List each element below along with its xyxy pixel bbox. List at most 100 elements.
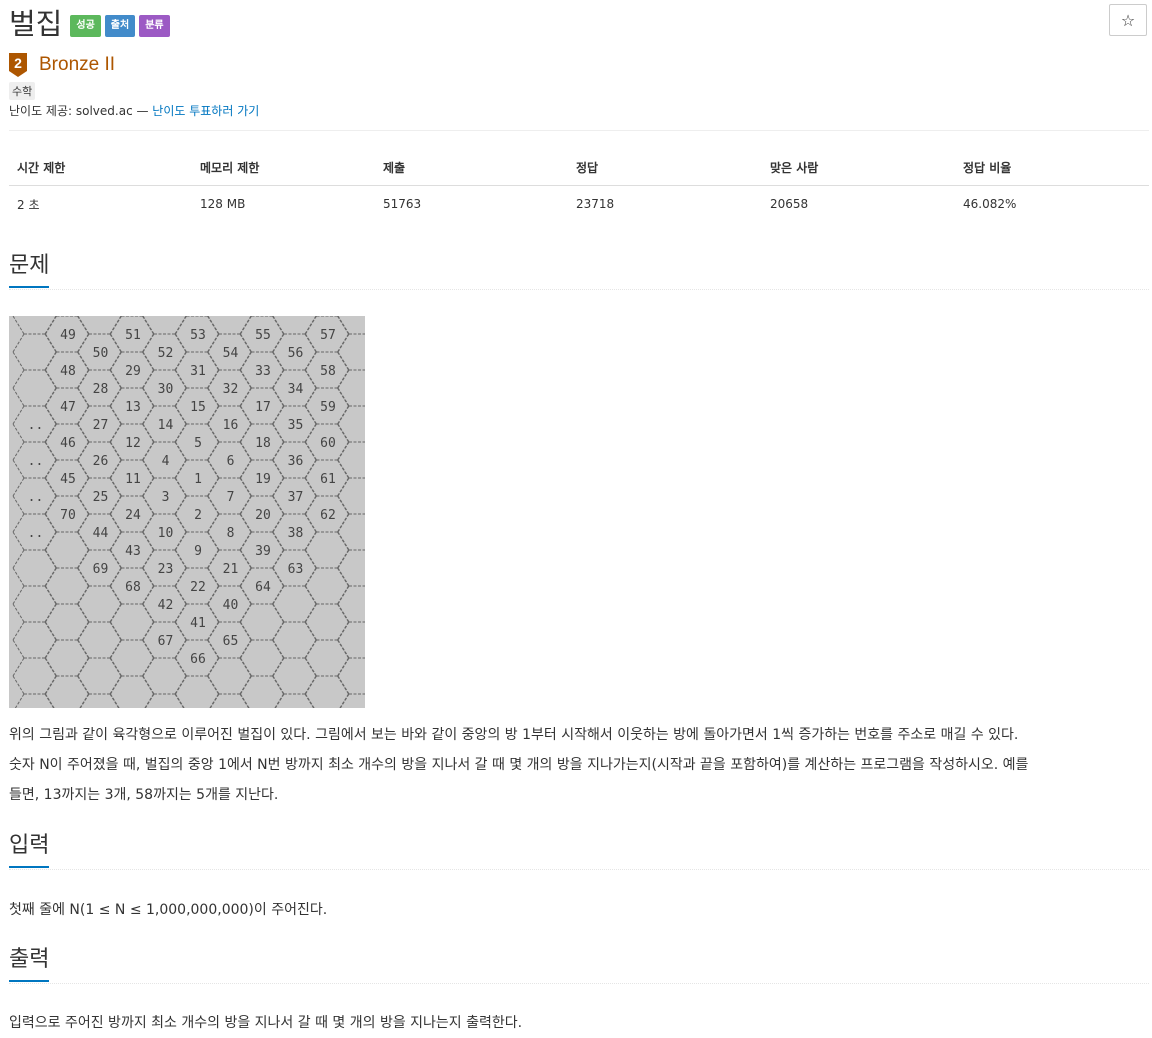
stats-header-row: 시간 제한 메모리 제한 제출 정답 맞은 사람 정답 비율 <box>9 150 1149 186</box>
honeycomb-cell-label: 45 <box>60 472 76 487</box>
honeycomb-cell-label: 17 <box>255 400 271 415</box>
honeycomb-cell-label: 68 <box>125 580 141 595</box>
honeycomb-cell-label: 29 <box>125 364 141 379</box>
honeycomb-cell-label: 51 <box>125 328 141 343</box>
input-description: 첫째 줄에 N(1 ≤ N ≤ 1,000,000,000)이 주어진다. <box>9 902 328 918</box>
honeycomb-cell-label: 30 <box>158 382 174 397</box>
honeycomb-cell-label: 1 <box>194 472 202 487</box>
badge-group: 성공 출처 분류 <box>70 15 170 37</box>
honeycomb-cell-label: 35 <box>288 418 304 433</box>
honeycomb-cell-label: 58 <box>320 364 336 379</box>
badge-category[interactable]: 분류 <box>139 15 170 37</box>
vote-link[interactable]: 난이도 투표하러 가기 <box>152 104 259 118</box>
honeycomb-cell-label: 2 <box>194 508 202 523</box>
problem-description: 위의 그림과 같이 육각형으로 이루어진 벌집이 있다. 그림에서 보는 바와 … <box>9 720 1149 810</box>
honeycomb-cell-label: 20 <box>255 508 271 523</box>
output-title: 출력 <box>9 946 50 982</box>
honeycomb-cell-label: 3 <box>162 490 170 505</box>
header-submissions: 제출 <box>375 150 568 186</box>
honeycomb-cell-label: 59 <box>320 400 336 415</box>
honeycomb-cell-label: 63 <box>288 562 304 577</box>
honeycomb-cell-label: 38 <box>288 526 304 541</box>
honeycomb-cell-label: 10 <box>158 526 174 541</box>
input-heading-rule <box>9 869 1149 870</box>
honeycomb-cell-label: 12 <box>125 436 141 451</box>
honeycomb-cell-label: .. <box>28 490 44 505</box>
honeycomb-cell-label: 52 <box>158 346 174 361</box>
honeycomb-cell-label: 28 <box>93 382 109 397</box>
badge-success[interactable]: 성공 <box>70 15 101 37</box>
input-title: 입력 <box>9 832 50 868</box>
honeycomb-cell-label: 47 <box>60 400 76 415</box>
honeycomb-cell-label: 11 <box>125 472 141 487</box>
problem-heading: 문제 <box>9 252 1149 290</box>
honeycomb-figure: ........ 49 48 47 46 45 70 50 28 27 26 25 44 69 51 29 13… <box>9 297 382 785</box>
header-time-limit: 시간 제한 <box>9 150 192 186</box>
honeycomb-cell-label: .. <box>28 418 44 433</box>
problem-line-1: 위의 그림과 같이 육각형으로 이루어진 벌집이 있다. 그림에서 보는 바와 … <box>9 727 1019 743</box>
tier-row: 2 Bronze II <box>9 52 115 78</box>
honeycomb-cell-label: 55 <box>255 328 271 343</box>
honeycomb-cell-label: 48 <box>60 364 76 379</box>
honeycomb-cell-label: 70 <box>60 508 76 523</box>
output-description: 입력으로 주어진 방까지 최소 개수의 방을 지나서 갈 때 몇 개의 방을 지… <box>9 1015 523 1031</box>
header-solvers: 맞은 사람 <box>762 150 955 186</box>
honeycomb-cell-label: 23 <box>158 562 174 577</box>
header-correct: 정답 <box>568 150 762 186</box>
honeycomb-cell-label: 46 <box>60 436 76 451</box>
honeycomb-cell-label: 31 <box>190 364 206 379</box>
provider-text: 난이도 제공: solved.ac — <box>9 104 153 118</box>
honeycomb-cell-label: 42 <box>158 598 174 613</box>
honeycomb-cell-label: 50 <box>93 346 109 361</box>
honeycomb-cell-label: 22 <box>190 580 206 595</box>
honeycomb-cell-label: 7 <box>227 490 235 505</box>
honeycomb-cell-label: 44 <box>93 526 109 541</box>
honeycomb-cell-label: 69 <box>93 562 109 577</box>
honeycomb-cell-label: 65 <box>223 634 239 649</box>
honeycomb-cell-label: 25 <box>93 490 109 505</box>
badge-source[interactable]: 출처 <box>104 15 136 37</box>
value-submissions: 51763 <box>383 197 422 211</box>
honeycomb-cell-label: 15 <box>190 400 206 415</box>
honeycomb-cell-label: 62 <box>320 508 336 523</box>
honeycomb-cell-label: 27 <box>93 418 109 433</box>
star-icon: ☆ <box>1120 10 1136 30</box>
value-memory-limit: 128 MB <box>200 197 246 211</box>
honeycomb-cell-label: 53 <box>190 328 206 343</box>
honeycomb-cell-label: 18 <box>255 436 271 451</box>
output-heading: 출력 <box>9 946 1149 984</box>
honeycomb-cell-label: 24 <box>125 508 141 523</box>
honeycomb-cell-label: 41 <box>190 616 206 631</box>
star-button[interactable]: ☆ <box>1109 4 1147 36</box>
honeycomb-cell-label: 56 <box>288 346 304 361</box>
header-ratio: 정답 비율 <box>955 150 1149 186</box>
honeycomb-cell-label: 32 <box>223 382 239 397</box>
honeycomb-cell-label: 26 <box>93 454 109 469</box>
honeycomb-cell-label: 40 <box>223 598 239 613</box>
problem-title: 문제 <box>9 252 50 288</box>
value-correct: 23718 <box>576 197 615 211</box>
honeycomb-cell-label: 16 <box>223 418 239 433</box>
title-row: 벌집 성공 출처 분류 <box>9 4 170 44</box>
honeycomb-cell-label: 37 <box>288 490 304 505</box>
page-title: 벌집 <box>9 7 63 41</box>
divider <box>9 130 1149 131</box>
problem-heading-rule <box>9 289 1149 290</box>
honeycomb-diagram: ........49484746457050282726254469512913… <box>12 297 382 785</box>
honeycomb-cell-label: 64 <box>255 580 271 595</box>
honeycomb-cell-label: 5 <box>194 436 202 451</box>
honeycomb-cell-label: 43 <box>125 544 141 559</box>
honeycomb-cell-label: 54 <box>223 346 239 361</box>
honeycomb-cell-label: 14 <box>158 418 174 433</box>
input-heading: 입력 <box>9 832 1149 870</box>
honeycomb-cell-label: 67 <box>158 634 174 649</box>
honeycomb-cell-label: 33 <box>255 364 271 379</box>
tier-name[interactable]: Bronze II <box>39 54 115 76</box>
tier-icon: 2 <box>9 53 27 77</box>
header-memory-limit: 메모리 제한 <box>192 150 375 186</box>
problem-line-2: 숫자 N이 주어졌을 때, 벌집의 중앙 1에서 N번 방까지 최소 개수의 방… <box>9 757 1029 773</box>
tier-number: 2 <box>14 55 22 71</box>
difficulty-provider: 난이도 제공: solved.ac — 난이도 투표하러 가기 <box>9 102 259 119</box>
honeycomb-cell-label: 19 <box>255 472 271 487</box>
tag-math[interactable]: 수학 <box>9 82 36 100</box>
